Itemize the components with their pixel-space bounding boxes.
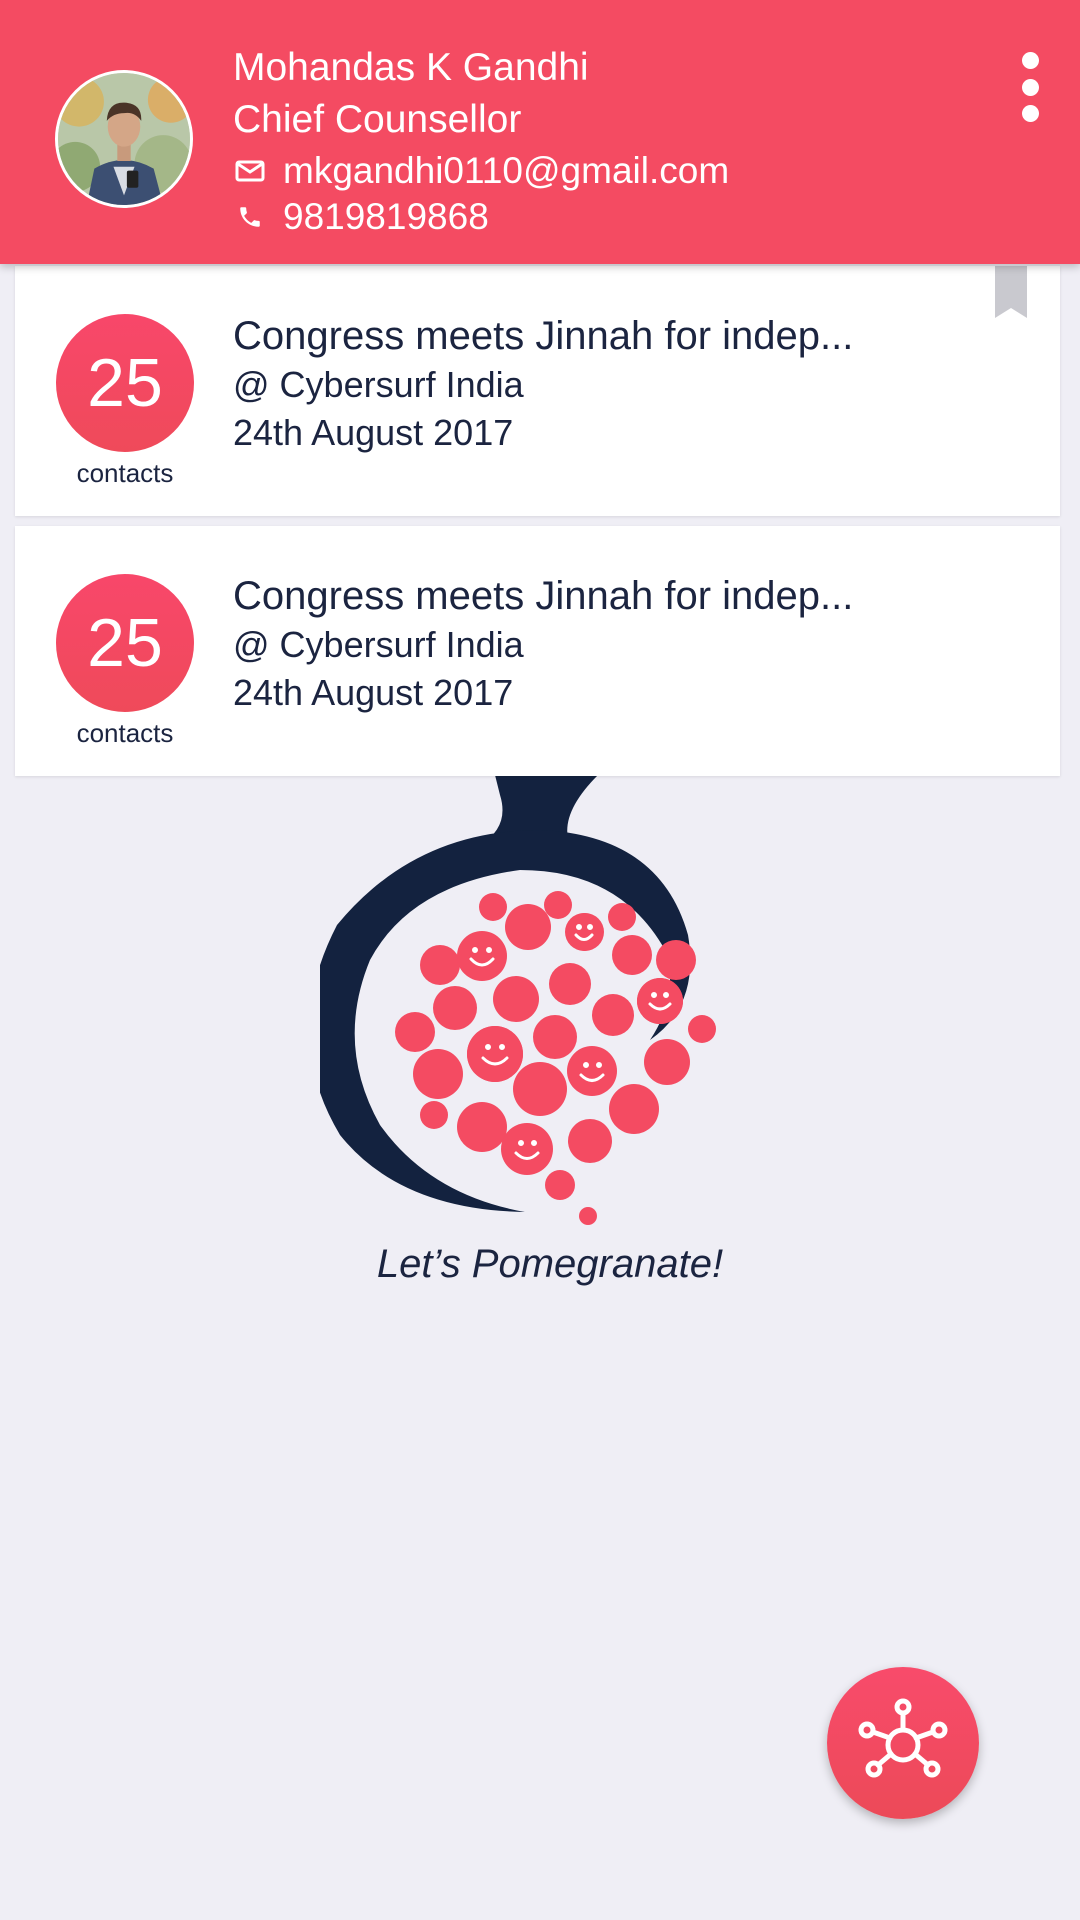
bookmark-icon[interactable] [995,266,1027,318]
event-card[interactable]: 25 contacts Congress meets Jinnah for in… [15,526,1060,776]
event-venue: @ Cybersurf India [233,364,524,405]
more-vert-icon[interactable] [1005,48,1055,126]
event-date: 24th August 2017 [233,412,514,453]
menu-dot [1021,78,1039,96]
pomegranate-logo [320,775,716,1225]
user-email: mkgandhi0110@gmail.com [283,150,730,191]
profile-header: Mohandas K Gandhi Chief Counsellor mkgan… [0,0,1080,264]
phone-row[interactable]: 9819819868 [233,198,489,235]
user-name: Mohandas K Gandhi [233,46,589,89]
email-row[interactable]: mkgandhi0110@gmail.com [233,152,729,189]
menu-dot [1021,52,1039,69]
profile-photo [58,73,190,205]
mail-icon [233,154,267,188]
phone-icon [233,200,267,234]
event-card[interactable]: 25 contacts Congress meets Jinnah for in… [15,266,1060,516]
event-title: Congress meets Jinnah for indep... [233,574,854,618]
user-phone: 9819819868 [283,196,489,237]
user-title: Chief Counsellor [233,98,522,141]
contact-count-label: contacts [76,458,174,488]
network-hub-icon [858,1698,948,1778]
network-fab-button[interactable] [827,1667,979,1819]
event-venue: @ Cybersurf India [233,624,524,665]
app-screen: Mohandas K Gandhi Chief Counsellor mkgan… [0,0,1080,1920]
contact-count-badge: 25 [56,314,194,452]
menu-dot [1021,105,1039,122]
contact-count-label: contacts [76,718,174,748]
brand-tagline: Let’s Pomegranate! [376,1242,724,1286]
event-date: 24th August 2017 [233,672,514,713]
event-title: Congress meets Jinnah for indep... [233,314,854,358]
contact-count-badge: 25 [56,574,194,712]
avatar[interactable] [55,70,193,208]
